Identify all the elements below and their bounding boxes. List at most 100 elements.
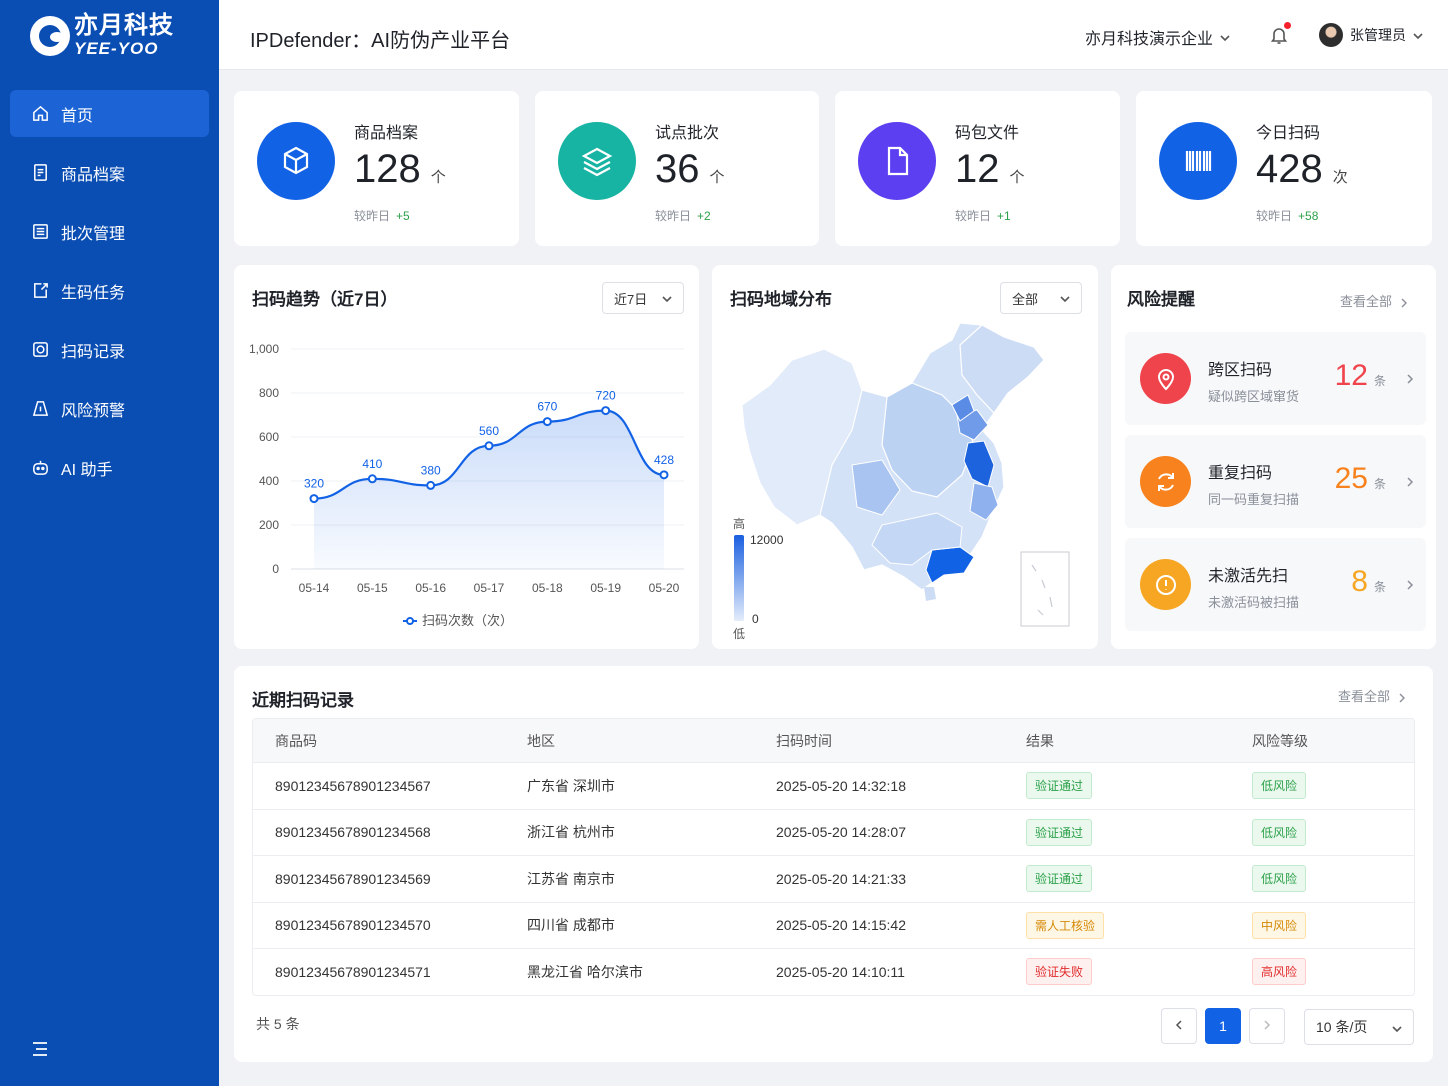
y-tick-label: 0 bbox=[272, 562, 279, 576]
pagination-prev-button[interactable] bbox=[1161, 1008, 1197, 1044]
risk-subtitle: 同一码重复扫描 bbox=[1208, 492, 1300, 507]
x-tick-label: 05-14 bbox=[299, 581, 330, 595]
legend-label: 扫码次数（次） bbox=[422, 613, 513, 628]
logo-mark-icon bbox=[30, 15, 70, 56]
column-header: 地区 bbox=[527, 732, 555, 749]
result-badge: 验证失败 bbox=[1026, 958, 1093, 986]
table-row[interactable]: 89012345678901234567 广东省 深圳市 2025-05-20 … bbox=[253, 762, 1414, 809]
cell-code: 89012345678901234570 bbox=[275, 917, 431, 934]
table-header: 商品码 地区 扫码时间 结果 风险等级 bbox=[253, 719, 1414, 762]
notification-dot bbox=[1284, 22, 1291, 29]
data-point bbox=[601, 406, 611, 416]
sidebar-item-scan-records[interactable]: 扫码记录 bbox=[10, 326, 209, 373]
risk-item-duplicate-scan[interactable]: 重复扫码 同一码重复扫描 25 条 bbox=[1125, 435, 1426, 528]
stat-card-products[interactable]: 商品档案 128 个 较昨日 +5 bbox=[234, 91, 519, 246]
pagination-next-button[interactable] bbox=[1249, 1008, 1285, 1044]
chevron-right-icon bbox=[1400, 296, 1408, 307]
table-row[interactable]: 89012345678901234568 浙江省 杭州市 2025-05-20 … bbox=[253, 808, 1414, 856]
brand-name-cn: 亦月科技 bbox=[74, 12, 174, 39]
sidebar-item-home[interactable]: 首页 bbox=[10, 90, 209, 137]
stat-delta: +1 bbox=[997, 209, 1011, 223]
stat-unit: 个 bbox=[1009, 169, 1025, 186]
sidebar-item-label: 批次管理 bbox=[61, 225, 126, 243]
stat-compare-label: 较昨日 bbox=[655, 209, 692, 223]
org-selector[interactable]: 亦月科技演示企业 bbox=[1085, 25, 1231, 49]
sidebar-item-label: 生码任务 bbox=[61, 284, 126, 302]
document-icon bbox=[858, 122, 936, 200]
sidebar-item-batches[interactable]: 批次管理 bbox=[10, 208, 209, 255]
sidebar-item-ai-assistant[interactable]: AI 助手 bbox=[10, 444, 209, 491]
trend-chart: 1,000 800 600 400 200 0 05-14 05-15 05-16 05-17 05… bbox=[249, 342, 684, 628]
page-size-select[interactable]: 10 条/页 bbox=[1304, 1009, 1414, 1045]
chevron-down-icon bbox=[1391, 1022, 1403, 1034]
sidebar-item-label: AI 助手 bbox=[61, 461, 113, 479]
result-badge: 验证通过 bbox=[1026, 772, 1093, 800]
stat-title: 商品档案 bbox=[354, 125, 419, 142]
x-tick-label: 05-19 bbox=[590, 581, 621, 595]
map-legend-min: 0 bbox=[752, 612, 759, 626]
scan-trend-panel: 扫码趋势（近7日） 近7日 1,000 800 600 400 200 0 05-14 05-… bbox=[234, 265, 699, 649]
cell-code: 89012345678901234571 bbox=[275, 963, 431, 980]
table-row[interactable]: 89012345678901234570 四川省 成都市 2025-05-20 … bbox=[253, 901, 1414, 949]
cell-region: 江苏省 南京市 bbox=[527, 870, 615, 887]
data-point bbox=[309, 494, 319, 504]
notification-bell-icon[interactable] bbox=[1269, 22, 1291, 45]
stat-card-today-scans[interactable]: 今日扫码 428 次 较昨日 +58 bbox=[1136, 91, 1432, 246]
pagination-page-button[interactable]: 1 bbox=[1205, 1008, 1241, 1044]
stat-delta: +2 bbox=[697, 209, 711, 223]
risk-view-all-link[interactable]: 查看全部 bbox=[1340, 291, 1408, 310]
x-tick-label: 05-15 bbox=[357, 581, 388, 595]
risk-subtitle: 疑似跨区域窜货 bbox=[1208, 389, 1300, 404]
refresh-icon bbox=[1140, 456, 1191, 507]
risk-unit: 条 bbox=[1373, 477, 1386, 491]
risk-count: 25 bbox=[1334, 462, 1368, 495]
data-label: 380 bbox=[421, 463, 441, 477]
table-row[interactable]: 89012345678901234571 黑龙江省 哈尔滨市 2025-05-2… bbox=[253, 948, 1414, 995]
risk-alert-panel: 风险提醒 查看全部 跨区扫码 疑似跨区域窜货 12 条 重复扫码 同一码重复扫描 … bbox=[1111, 265, 1436, 649]
table-row[interactable]: 89012345678901234569 江苏省 南京市 2025-05-20 … bbox=[253, 855, 1414, 902]
data-label: 320 bbox=[304, 477, 324, 491]
cell-code: 89012345678901234569 bbox=[275, 870, 431, 887]
chevron-right-icon bbox=[1406, 372, 1414, 384]
risk-unit: 条 bbox=[1373, 374, 1386, 388]
y-tick-label: 600 bbox=[259, 430, 279, 444]
china-map[interactable] bbox=[712, 265, 1098, 649]
risk-item-inactive-scan[interactable]: 未激活先扫 未激活码被扫描 8条 bbox=[1125, 538, 1426, 631]
stat-value: 36 bbox=[655, 147, 700, 191]
stat-delta: +58 bbox=[1298, 209, 1319, 223]
user-menu[interactable]: 张管理员 bbox=[1319, 23, 1424, 47]
chevron-right-icon bbox=[1398, 691, 1406, 702]
alert-circle-icon bbox=[1140, 559, 1191, 610]
risk-subtitle: 未激活码被扫描 bbox=[1208, 595, 1300, 610]
brand-name-en: YEE-YOO bbox=[74, 39, 159, 58]
sidebar-item-risk-warning[interactable]: 风险预警 bbox=[10, 385, 209, 432]
cube-icon bbox=[257, 122, 335, 200]
data-label: 428 bbox=[654, 453, 674, 467]
stat-compare-label: 较昨日 bbox=[955, 209, 992, 223]
sidebar-item-products[interactable]: 商品档案 bbox=[10, 149, 209, 196]
batch-icon bbox=[30, 222, 50, 242]
x-tick-label: 05-20 bbox=[649, 581, 680, 595]
map-region-guangdong bbox=[925, 546, 975, 584]
barcode-icon bbox=[1159, 122, 1237, 200]
cell-region: 广东省 深圳市 bbox=[527, 777, 615, 794]
cell-code: 89012345678901234568 bbox=[275, 824, 431, 841]
chevron-left-icon bbox=[1174, 1018, 1184, 1034]
sidebar-item-code-tasks[interactable]: 生码任务 bbox=[10, 267, 209, 314]
stat-title: 码包文件 bbox=[955, 125, 1020, 142]
menu-collapse-icon[interactable] bbox=[31, 1040, 49, 1058]
stat-delta: +5 bbox=[396, 209, 410, 223]
stat-card-batches[interactable]: 试点批次 36 个 较昨日 +2 bbox=[535, 91, 819, 246]
scan-records-table: 商品码 地区 扫码时间 结果 风险等级 89012345678901234567… bbox=[252, 718, 1415, 996]
cell-time: 2025-05-20 14:28:07 bbox=[776, 824, 906, 841]
stat-card-code-packages[interactable]: 码包文件 12 个 较昨日 +1 bbox=[835, 91, 1120, 246]
brand-logo[interactable]: 亦月科技 YEE-YOO bbox=[30, 14, 174, 57]
records-view-all-link[interactable]: 查看全部 bbox=[1338, 686, 1406, 705]
page-size-value: 10 条/页 bbox=[1316, 1019, 1368, 1035]
cell-time: 2025-05-20 14:32:18 bbox=[776, 777, 906, 794]
data-label: 720 bbox=[596, 389, 616, 403]
risk-count: 8 bbox=[1351, 565, 1368, 598]
result-badge: 验证通过 bbox=[1026, 865, 1093, 893]
risk-item-cross-region[interactable]: 跨区扫码 疑似跨区域窜货 12 条 bbox=[1125, 332, 1426, 425]
risk-title: 未激活先扫 bbox=[1208, 568, 1289, 585]
